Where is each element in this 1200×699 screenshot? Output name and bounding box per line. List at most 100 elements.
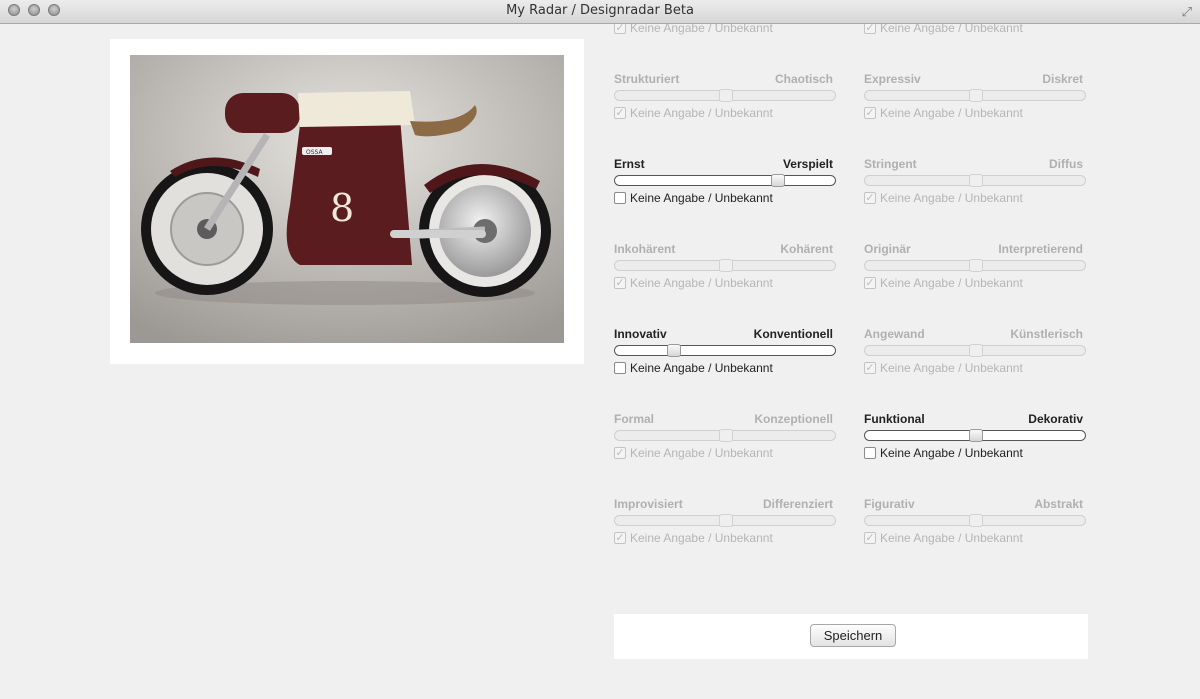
unknown-checkbox[interactable]: ✓	[614, 277, 626, 289]
slider-knob[interactable]	[719, 259, 733, 272]
slider-track[interactable]	[864, 89, 1086, 102]
unknown-checkbox-row[interactable]: ✓ Keine Angabe / Unbekannt	[614, 275, 773, 291]
slider-track[interactable]	[614, 429, 836, 442]
save-button[interactable]: Speichern	[810, 624, 896, 647]
save-panel: Speichern	[614, 614, 1088, 659]
slider-pair: ✓ Keine Angabe / Unbekannt	[864, 24, 1086, 47]
slider-right-label: Diskret	[1042, 72, 1083, 86]
unknown-checkbox-label: Keine Angabe / Unbekannt	[880, 24, 1023, 35]
slider-knob[interactable]	[771, 174, 785, 187]
slider-right-label: Differenziert	[762, 497, 833, 511]
unknown-checkbox-label: Keine Angabe / Unbekannt	[880, 531, 1023, 545]
slider-labels: Funktional Dekorativ	[864, 412, 1086, 428]
slider-right-label: Konzeptionell	[754, 412, 833, 426]
slider-knob[interactable]	[969, 174, 983, 187]
slider-right-label: Chaotisch	[774, 72, 833, 86]
unknown-checkbox-row[interactable]: ✓ Keine Angabe / Unbekannt	[864, 105, 1023, 121]
slider-pair: Originär Interpretierend ✓ Keine Angabe / U…	[864, 242, 1086, 302]
slider-pair: Ernst Verspielt Keine Angabe / Unbekannt	[614, 157, 836, 217]
unknown-checkbox-row[interactable]: ✓ Keine Angabe / Unbekannt	[864, 275, 1023, 291]
unknown-checkbox[interactable]: ✓	[864, 107, 876, 119]
slider-knob[interactable]	[969, 89, 983, 102]
unknown-checkbox-label: Keine Angabe / Unbekannt	[630, 106, 773, 120]
slider-left-label: Inkohärent	[614, 242, 676, 256]
slider-labels: Stringent Diffus	[864, 157, 1086, 173]
unknown-checkbox-label: Keine Angabe / Unbekannt	[630, 276, 773, 290]
unknown-checkbox-row[interactable]: Keine Angabe / Unbekannt	[864, 445, 1023, 461]
slider-track[interactable]	[864, 174, 1086, 187]
slider-track[interactable]	[614, 344, 836, 357]
slider-pair: Figurativ Abstrakt ✓ Keine Angabe / Unbekan…	[864, 497, 1086, 557]
slider-knob[interactable]	[969, 429, 983, 442]
slider-track[interactable]	[614, 259, 836, 272]
slider-right-label: Konventionell	[753, 327, 833, 341]
unknown-checkbox[interactable]: ✓	[614, 107, 626, 119]
slider-labels: Inkohärent Kohärent	[614, 242, 836, 258]
slider-track[interactable]	[614, 174, 836, 187]
unknown-checkbox[interactable]	[614, 362, 626, 374]
unknown-checkbox-label: Keine Angabe / Unbekannt	[630, 446, 773, 460]
unknown-checkbox-label: Keine Angabe / Unbekannt	[880, 106, 1023, 120]
main-content: OSSA 8 ✓ Keine Angabe / Unbekannt ✓ Keine A…	[0, 24, 1200, 699]
slider-track[interactable]	[614, 89, 836, 102]
slider-left-label: Formal	[614, 412, 655, 426]
unknown-checkbox-label: Keine Angabe / Unbekannt	[880, 191, 1023, 205]
unknown-checkbox-label: Keine Angabe / Unbekannt	[880, 446, 1023, 460]
slider-track[interactable]	[864, 344, 1086, 357]
slider-left-label: Angewand	[864, 327, 925, 341]
slider-left-label: Strukturiert	[614, 72, 680, 86]
unknown-checkbox[interactable]: ✓	[864, 532, 876, 544]
unknown-checkbox-row[interactable]: Keine Angabe / Unbekannt	[614, 190, 773, 206]
unknown-checkbox-row[interactable]: ✓ Keine Angabe / Unbekannt	[614, 24, 773, 36]
slider-right-label: Verspielt	[782, 157, 833, 171]
slider-pair: Expressiv Diskret ✓ Keine Angabe / Unbekann…	[864, 72, 1086, 132]
slider-labels: Originär Interpretierend	[864, 242, 1086, 258]
slider-right-label: Kohärent	[780, 242, 833, 256]
unknown-checkbox-row[interactable]: ✓ Keine Angabe / Unbekannt	[864, 190, 1023, 206]
slider-left-label: Innovativ	[614, 327, 667, 341]
unknown-checkbox[interactable]: ✓	[864, 192, 876, 204]
unknown-checkbox[interactable]: ✓	[864, 24, 876, 34]
unknown-checkbox[interactable]: ✓	[614, 532, 626, 544]
slider-right-label: Abstrakt	[1034, 497, 1083, 511]
unknown-checkbox-row[interactable]: Keine Angabe / Unbekannt	[614, 360, 773, 376]
slider-left-label: Funktional	[864, 412, 925, 426]
slider-labels: Angewand Künstlerisch	[864, 327, 1086, 343]
slider-pair: ✓ Keine Angabe / Unbekannt	[614, 24, 836, 47]
unknown-checkbox-row[interactable]: ✓ Keine Angabe / Unbekannt	[614, 445, 773, 461]
unknown-checkbox[interactable]: ✓	[614, 24, 626, 34]
slider-knob[interactable]	[667, 344, 681, 357]
slider-knob[interactable]	[719, 514, 733, 527]
unknown-checkbox[interactable]: ✓	[614, 447, 626, 459]
slider-track[interactable]	[864, 429, 1086, 442]
bike-number: 8	[330, 186, 354, 230]
unknown-checkbox[interactable]	[864, 447, 876, 459]
unknown-checkbox-row[interactable]: ✓ Keine Angabe / Unbekannt	[864, 530, 1023, 546]
slider-knob[interactable]	[969, 259, 983, 272]
slider-pair: Strukturiert Chaotisch ✓ Keine Angabe / Unb…	[614, 72, 836, 132]
unknown-checkbox-row[interactable]: ✓ Keine Angabe / Unbekannt	[614, 530, 773, 546]
slider-track[interactable]	[864, 259, 1086, 272]
slider-labels: Innovativ Konventionell	[614, 327, 836, 343]
unknown-checkbox-label: Keine Angabe / Unbekannt	[880, 276, 1023, 290]
slider-knob[interactable]	[719, 429, 733, 442]
slider-right-label: Dekorativ	[1028, 412, 1083, 426]
bike-badge: OSSA	[306, 149, 323, 156]
motorcycle-photo: OSSA 8	[130, 55, 564, 343]
slider-left-label: Improvisiert	[614, 497, 683, 511]
slider-labels: Improvisiert Differenziert	[614, 497, 836, 513]
slider-track[interactable]	[864, 514, 1086, 527]
unknown-checkbox-row[interactable]: ✓ Keine Angabe / Unbekannt	[864, 360, 1023, 376]
slider-knob[interactable]	[969, 344, 983, 357]
slider-knob[interactable]	[969, 514, 983, 527]
unknown-checkbox-row[interactable]: ✓ Keine Angabe / Unbekannt	[614, 105, 773, 121]
unknown-checkbox-row[interactable]: ✓ Keine Angabe / Unbekannt	[864, 24, 1023, 36]
fullscreen-icon[interactable]: ⤢	[1182, 4, 1192, 20]
unknown-checkbox[interactable]: ✓	[864, 362, 876, 374]
slider-left-label: Ernst	[614, 157, 645, 171]
unknown-checkbox[interactable]	[614, 192, 626, 204]
slider-right-label: Künstlerisch	[1010, 327, 1083, 341]
slider-knob[interactable]	[719, 89, 733, 102]
slider-track[interactable]	[614, 514, 836, 527]
unknown-checkbox[interactable]: ✓	[864, 277, 876, 289]
